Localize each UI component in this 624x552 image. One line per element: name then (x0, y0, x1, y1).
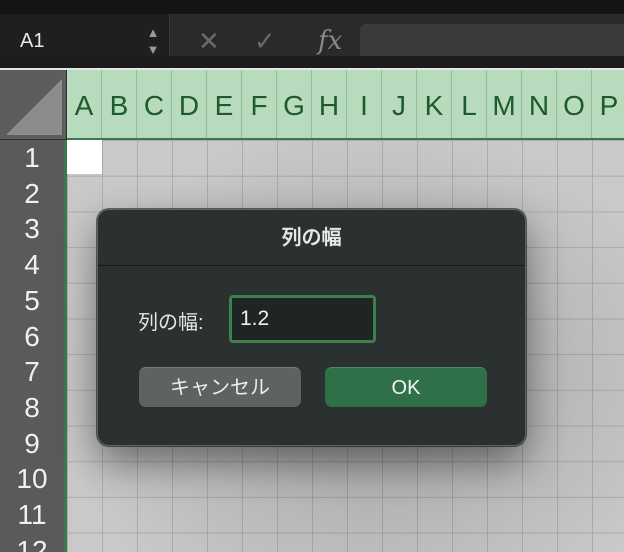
column-header-k[interactable]: K (417, 70, 452, 138)
cancel-button[interactable]: キャンセル (139, 367, 301, 407)
column-header-a[interactable]: A (67, 70, 102, 138)
row-header-12[interactable]: 12 (0, 533, 64, 552)
stepper-up-icon[interactable]: ▲ (144, 24, 162, 41)
ok-button[interactable]: OK (325, 367, 487, 407)
column-header-c[interactable]: C (137, 70, 172, 138)
column-header-d[interactable]: D (172, 70, 207, 138)
row-header-6[interactable]: 6 (0, 319, 64, 355)
column-header-f[interactable]: F (242, 70, 277, 138)
column-width-label: 列の幅: (138, 312, 204, 334)
row-header-column: 1 2 3 4 5 6 7 8 9 10 11 12 (0, 140, 67, 552)
column-header-row: ABCDEFGHIJKLMNOP (67, 70, 624, 140)
column-header-n[interactable]: N (522, 70, 557, 138)
column-width-input[interactable] (229, 295, 376, 343)
row-header-3[interactable]: 3 (0, 211, 64, 247)
formula-input[interactable] (360, 24, 624, 60)
row-header-11[interactable]: 11 (0, 497, 64, 533)
cancel-x-icon[interactable]: ✕ (198, 26, 220, 57)
column-header-j[interactable]: J (382, 70, 417, 138)
checkmark-icon[interactable]: ✓ (254, 26, 276, 57)
column-header-b[interactable]: B (102, 70, 137, 138)
dialog-title: 列の幅 (98, 210, 525, 266)
column-header-l[interactable]: L (452, 70, 487, 138)
row-header-1[interactable]: 1 (0, 140, 64, 176)
column-header-i[interactable]: I (347, 70, 382, 138)
column-header-o[interactable]: O (557, 70, 592, 138)
row-header-4[interactable]: 4 (0, 247, 64, 283)
select-all-triangle (6, 79, 62, 135)
column-header-m[interactable]: M (487, 70, 522, 138)
row-header-8[interactable]: 8 (0, 390, 64, 426)
select-all-corner-icon[interactable] (0, 70, 67, 140)
row-header-5[interactable]: 5 (0, 283, 64, 319)
row-header-2[interactable]: 2 (0, 176, 64, 212)
column-header-e[interactable]: E (207, 70, 242, 138)
column-header-p[interactable]: P (592, 70, 624, 138)
formula-bar-divider (0, 56, 624, 70)
column-header-h[interactable]: H (312, 70, 347, 138)
row-header-10[interactable]: 10 (0, 461, 64, 497)
row-header-9[interactable]: 9 (0, 426, 64, 462)
fx-icon[interactable]: fx (318, 26, 342, 56)
column-header-g[interactable]: G (277, 70, 312, 138)
row-header-7[interactable]: 7 (0, 354, 64, 390)
name-box-value: A1 (20, 30, 45, 52)
column-width-dialog: 列の幅 列の幅: キャンセル OK (97, 209, 526, 446)
